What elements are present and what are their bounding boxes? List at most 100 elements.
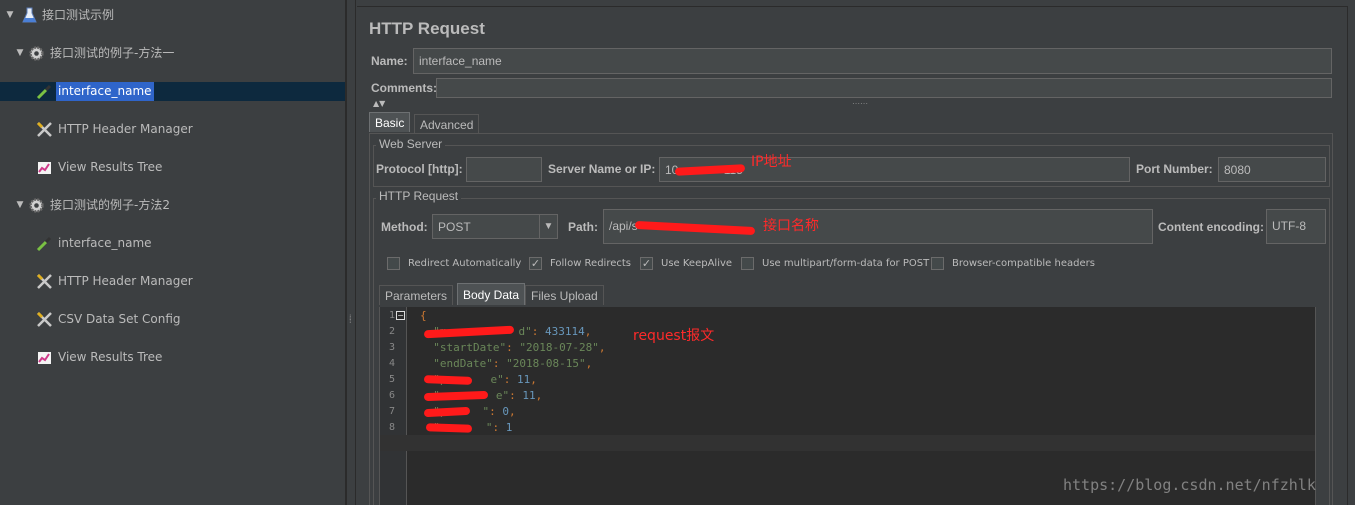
wrench-icon: [36, 121, 53, 138]
annotation-body: request报文: [633, 328, 715, 344]
tree-thread-group-2[interactable]: ▼ 接口测试的例子-方法2: [0, 196, 345, 215]
tree-root[interactable]: ▼ 接口测试示例: [0, 6, 345, 25]
tree-thread-group-1[interactable]: ▼ 接口测试的例子-方法一: [0, 44, 345, 63]
code-token: ,: [535, 389, 543, 402]
tree-item-label: HTTP Header Manager: [58, 122, 193, 136]
web-server-title: Web Server: [376, 137, 446, 151]
code-token: ,: [530, 373, 537, 386]
line-number: 6: [388, 390, 395, 401]
chevron-down-icon[interactable]: ▼: [539, 215, 557, 238]
resize-grip-icon[interactable]: ⋯⋯: [852, 99, 868, 108]
tree-item-http-request-1[interactable]: interface_name: [0, 82, 345, 101]
collapse-icon[interactable]: ▼: [15, 44, 25, 63]
current-line-highlight: [380, 435, 1315, 451]
tree-item-results-tree-2[interactable]: View Results Tree: [0, 348, 345, 367]
pane-splitter[interactable]: ⁞ ⁞: [346, 0, 356, 505]
code-token: ,: [584, 325, 592, 338]
code-token: d": [518, 325, 532, 338]
checkbox-label: Use multipart/form-data for POST: [762, 258, 930, 269]
tab-advanced[interactable]: Advanced: [414, 114, 480, 134]
line-number: 4: [388, 358, 395, 369]
code-token: "2018-08-15": [506, 357, 586, 370]
chart-icon: [36, 159, 53, 176]
code-token: :: [492, 421, 506, 434]
tree-item-label: 接口测试的例子-方法一: [50, 46, 175, 60]
code-line: "endDate": "2018-08-15",: [420, 356, 592, 372]
test-plan-tree: ▼ 接口测试示例 ▼ 接口测试的例子-方法一 interface_name HT…: [0, 0, 346, 505]
code-token: "startDate": [433, 341, 507, 354]
collapse-icon[interactable]: ▼: [15, 196, 25, 215]
port-field[interactable]: 8080: [1218, 157, 1326, 182]
checkbox-box[interactable]: [741, 257, 754, 270]
check-icon[interactable]: ✓: [640, 257, 653, 270]
tab-files-upload[interactable]: Files Upload: [525, 285, 604, 305]
method-label: Method:: [381, 220, 428, 234]
annotation-api: 接口名称: [763, 218, 819, 234]
flask-icon: [21, 7, 38, 24]
wrench-icon: [36, 311, 53, 328]
tree-item-label: CSV Data Set Config: [58, 312, 181, 326]
line-number: 3: [388, 342, 395, 353]
tree-item-http-request-2[interactable]: interface_name: [0, 234, 345, 253]
tree-item-header-manager-1[interactable]: HTTP Header Manager: [0, 120, 345, 139]
tab-parameters[interactable]: Parameters: [379, 285, 454, 305]
protocol-label: Protocol [http]:: [376, 162, 463, 176]
tree-item-header-manager-2[interactable]: HTTP Header Manager: [0, 272, 345, 291]
code-token: :: [506, 341, 520, 354]
protocol-field[interactable]: [466, 157, 542, 182]
tab-body-data[interactable]: Body Data: [457, 283, 526, 305]
checkbox-box[interactable]: [387, 257, 400, 270]
line-number: 2: [388, 326, 395, 337]
name-label: Name:: [371, 54, 408, 68]
tab-basic[interactable]: Basic: [369, 112, 411, 132]
http-request-title: HTTP Request: [376, 189, 462, 203]
check-icon[interactable]: ✓: [529, 257, 542, 270]
tree-item-label: View Results Tree: [58, 350, 163, 364]
code-token: ": [485, 421, 493, 434]
collapse-icon[interactable]: ▼: [5, 6, 15, 25]
gear-icon: [28, 45, 45, 62]
method-select[interactable]: POST ▼: [432, 214, 558, 239]
name-field[interactable]: interface_name: [413, 48, 1332, 74]
panel-scrollbar[interactable]: [1347, 6, 1355, 505]
tree-item-label: interface_name: [56, 82, 154, 101]
code-token: 1: [505, 421, 513, 434]
tree-item-results-tree-1[interactable]: View Results Tree: [0, 158, 345, 177]
checkbox-label: Use KeepAlive: [661, 258, 733, 269]
fold-icon[interactable]: −: [396, 311, 405, 320]
tree-root-label: 接口测试示例: [42, 8, 115, 22]
checkbox-label: Redirect Automatically: [408, 258, 522, 269]
checkbox-label: Follow Redirects: [550, 258, 631, 269]
encoding-field[interactable]: UTF-8: [1266, 209, 1326, 244]
tree-item-csv-config[interactable]: CSV Data Set Config: [0, 310, 345, 329]
code-token: 11: [517, 373, 531, 386]
code-token: e": [495, 389, 510, 402]
code-token: 0: [502, 405, 509, 418]
encoding-label: Content encoding:: [1158, 220, 1264, 234]
tree-item-label: View Results Tree: [58, 160, 163, 174]
method-value: POST: [438, 220, 471, 234]
code-token: ,: [585, 357, 593, 370]
line-number: 7: [388, 406, 395, 417]
splitter-grip-icon[interactable]: ⁞ ⁞: [349, 314, 352, 325]
checkbox-label: Browser-compatible headers: [952, 258, 1095, 269]
redaction-mark: [425, 423, 473, 433]
wrench-icon: [36, 273, 53, 290]
port-label: Port Number:: [1136, 162, 1213, 176]
collapse-arrows-icon[interactable]: ▲▼: [373, 99, 385, 108]
code-token: :: [531, 325, 545, 338]
comments-field[interactable]: [436, 78, 1332, 98]
checkbox-box[interactable]: [931, 257, 944, 270]
line-gutter: 123456789: [380, 307, 407, 505]
page-title: HTTP Request: [369, 19, 485, 38]
tree-item-label: 接口测试的例子-方法2: [50, 198, 170, 212]
code-token: :: [509, 389, 523, 402]
watermark: https://blog.csdn.net/nfzhlk: [1063, 476, 1316, 494]
tree-item-label: HTTP Header Manager: [58, 274, 193, 288]
code-token: {: [420, 309, 427, 322]
divider: [357, 6, 1347, 7]
editor-scrollbar[interactable]: [1315, 307, 1325, 505]
http-request-panel: HTTP Request Name: interface_name Commen…: [357, 0, 1355, 505]
code-token: :: [489, 405, 503, 418]
code-token: ,: [598, 341, 606, 354]
